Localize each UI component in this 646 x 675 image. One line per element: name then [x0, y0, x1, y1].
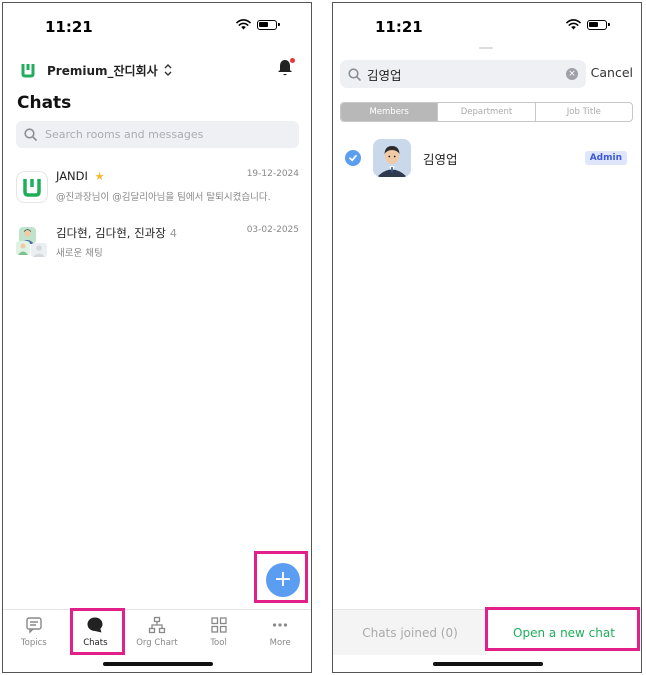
- segment-department[interactable]: Department: [437, 103, 534, 121]
- star-icon: ★: [94, 170, 105, 183]
- tab-topics[interactable]: Topics: [3, 610, 65, 655]
- tab-bar: Topics Chats Org Chart Tool More: [3, 609, 311, 655]
- search-scope-segmented-control: Members Department Job Title: [340, 102, 633, 122]
- clear-icon[interactable]: ×: [566, 68, 578, 80]
- search-input[interactable]: [43, 127, 287, 142]
- topics-icon: [26, 617, 42, 634]
- member-search-field[interactable]: 김영업 ×: [340, 60, 586, 88]
- tab-more[interactable]: More: [249, 610, 311, 655]
- member-count: 4: [169, 227, 177, 240]
- highlight-box: [70, 608, 125, 655]
- highlight-box: [254, 551, 308, 603]
- battery-icon: [257, 19, 280, 30]
- search-bar[interactable]: [16, 121, 299, 148]
- sheet-grabber[interactable]: [479, 47, 493, 49]
- chat-list-item[interactable]: JANDI ★ @진과장님이 @김달리아님을 팀에서 탈퇴시켰습니다. 19-1…: [16, 167, 301, 211]
- status-bar: 11:21: [3, 3, 311, 49]
- chats-joined-button[interactable]: Chats joined (0): [333, 610, 487, 655]
- notification-button[interactable]: [277, 58, 295, 79]
- chat-date: 03-02-2025: [246, 225, 299, 235]
- grid-icon: [210, 617, 227, 633]
- tab-tool[interactable]: Tool: [188, 610, 250, 655]
- home-indicator: [103, 662, 213, 666]
- admin-badge: Admin: [584, 151, 627, 165]
- segment-job-title[interactable]: Job Title: [534, 103, 632, 121]
- cancel-button[interactable]: Cancel: [591, 65, 633, 80]
- member-name: 김영업: [423, 152, 458, 167]
- tab-label: Org Chart: [136, 638, 178, 648]
- search-icon: [24, 128, 37, 141]
- wifi-icon: [236, 19, 251, 30]
- wifi-icon: [566, 19, 581, 30]
- jandi-logo-icon: [17, 59, 39, 81]
- search-icon: [348, 67, 361, 81]
- notification-dot: [290, 58, 295, 63]
- status-time: 11:21: [375, 18, 423, 36]
- chat-list-item[interactable]: 김다현, 김다현, 진과장 4 새로운 채팅 03-02-2025: [16, 223, 301, 267]
- more-dots-icon: [273, 623, 288, 627]
- group-avatar: [16, 227, 48, 259]
- tab-label: Topics: [20, 638, 47, 648]
- chat-date: 19-12-2024: [246, 169, 299, 179]
- chat-preview: @진과장님이 @김달리아님을 팀에서 탈퇴시켰습니다.: [56, 192, 271, 203]
- workspace-name: Premium_잔디회사: [47, 63, 158, 78]
- home-indicator: [433, 662, 543, 666]
- tab-label: Tool: [210, 638, 227, 648]
- page-title: Chats: [17, 93, 72, 113]
- tab-org-chart[interactable]: Org Chart: [126, 610, 188, 655]
- chat-preview: 새로운 채팅: [56, 248, 103, 259]
- jandi-avatar: [16, 171, 48, 203]
- workspace-header[interactable]: Premium_잔디회사: [17, 58, 297, 82]
- org-chart-icon: [148, 616, 166, 634]
- status-time: 11:21: [45, 18, 93, 36]
- checkmark-icon[interactable]: [345, 150, 361, 166]
- battery-icon: [587, 19, 610, 30]
- segment-members[interactable]: Members: [341, 103, 438, 121]
- avatar: [373, 139, 411, 177]
- chat-name: JANDI: [56, 169, 88, 183]
- member-result-row[interactable]: 김영업 Admin: [333, 137, 641, 181]
- chat-name: 김다현, 김다현, 진과장: [56, 226, 166, 240]
- status-bar: 11:21: [333, 3, 641, 49]
- highlight-box: [485, 607, 640, 651]
- member-search-screen: 11:21 김영업 × Cancel Members Department Jo…: [332, 2, 642, 673]
- chats-screen: 11:21 Premium_잔디회사 Chats Search rooms an…: [2, 2, 312, 673]
- search-input-value[interactable]: 김영업: [367, 65, 566, 84]
- tab-label: More: [269, 638, 291, 648]
- chevron-up-down-icon[interactable]: [163, 63, 173, 77]
